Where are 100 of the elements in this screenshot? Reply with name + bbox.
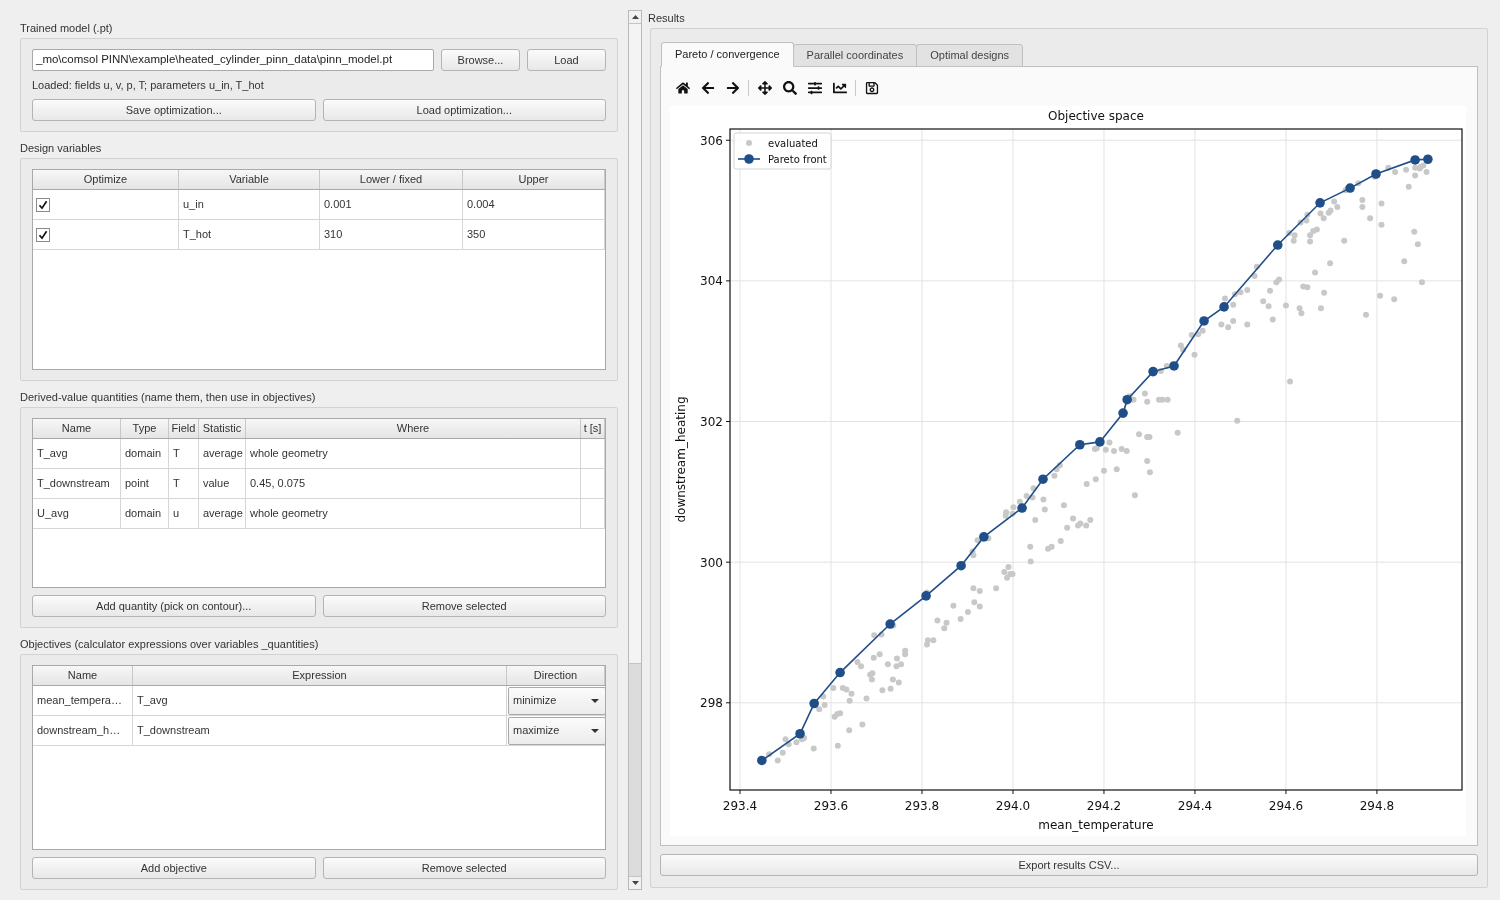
pareto-point <box>809 698 819 709</box>
data-point <box>1282 302 1289 309</box>
scrollbar-thumb[interactable] <box>629 24 641 664</box>
y-tick-label: 304 <box>700 274 723 289</box>
save-optimization-button[interactable]: Save optimization... <box>32 99 316 121</box>
y-tick-label: 302 <box>700 415 723 430</box>
column-header[interactable]: Direction <box>507 666 605 685</box>
table-cell: 0.45, 0.075 <box>246 469 581 498</box>
table-cell: mean_tempera… <box>33 686 133 715</box>
tick-mark <box>1194 789 1196 795</box>
data-point <box>1113 466 1120 473</box>
data-point <box>830 685 837 692</box>
table-cell: T_downstream <box>133 716 507 745</box>
table-cell: point <box>121 469 169 498</box>
legend-label: evaluated <box>768 138 818 149</box>
y-tick-label: 298 <box>700 696 723 711</box>
direction-dropdown[interactable]: minimize <box>508 686 606 715</box>
export-csv-button[interactable]: Export results CSV... <box>660 854 1478 876</box>
data-point <box>834 742 841 749</box>
data-point <box>1363 311 1369 318</box>
data-point <box>859 721 866 728</box>
table-cell: average <box>199 499 246 528</box>
add-objective-button[interactable]: Add objective <box>32 857 316 879</box>
x-tick-label: 294.0 <box>995 799 1031 813</box>
pareto-point <box>1371 169 1381 179</box>
file-path-field[interactable]: _mo\comsol PINN\example\heated_cylinder_pinn_data\pinn_model.pt <box>32 49 434 71</box>
column-header[interactable]: Upper <box>463 170 605 189</box>
column-header[interactable]: Expression <box>133 666 507 685</box>
column-header[interactable]: Lower / fixed <box>320 170 463 189</box>
load-button[interactable]: Load <box>527 49 606 71</box>
data-point <box>1341 237 1348 244</box>
column-header[interactable]: Name <box>33 419 121 438</box>
tick-mark <box>725 421 731 423</box>
tick-mark <box>1285 789 1287 795</box>
y-axis-label: downstream_heating <box>674 396 688 523</box>
remove-selected-button[interactable]: Remove selected <box>322 595 606 617</box>
checkbox[interactable] <box>36 197 50 212</box>
table-cell: 310 <box>320 220 463 249</box>
tab[interactable]: Optimal designs <box>916 44 1024 67</box>
browse-button[interactable]: Browse... <box>441 49 520 71</box>
remove-selected-button[interactable]: Remove selected <box>322 857 606 879</box>
data-point <box>1083 481 1090 488</box>
pareto-point <box>1169 361 1179 371</box>
column-header[interactable]: Statistic <box>199 419 246 438</box>
pareto-point <box>1345 183 1355 193</box>
data-point <box>863 695 870 702</box>
data-point <box>1405 183 1412 190</box>
table-cell: U_avg <box>33 499 121 528</box>
home-icon <box>675 81 690 95</box>
scroll-down-button[interactable] <box>629 876 641 889</box>
data-point <box>1191 351 1198 358</box>
add-quantity-button[interactable]: Add quantity (pick on contour)... <box>32 595 316 617</box>
scroll-up-button[interactable] <box>629 11 641 24</box>
pareto-point <box>1017 503 1027 513</box>
data-point <box>1401 258 1408 265</box>
table-cell: T_downstream <box>33 469 121 498</box>
data-point <box>884 661 891 668</box>
data-point <box>1136 431 1142 438</box>
data-point <box>1367 215 1374 222</box>
tick-mark <box>1376 789 1378 795</box>
data-point <box>1312 269 1319 276</box>
column-header[interactable]: Where <box>246 419 581 438</box>
data-point <box>1317 305 1324 312</box>
scrollbar-track[interactable] <box>628 10 642 890</box>
data-point <box>1411 228 1418 235</box>
x-tick-label: 293.4 <box>722 799 758 813</box>
column-header[interactable]: Variable <box>179 170 320 189</box>
table-cell: domain <box>121 439 169 468</box>
column-header[interactable]: Type <box>121 419 169 438</box>
data-point <box>1040 496 1047 503</box>
load-optimization-button[interactable]: Load optimization... <box>322 99 606 121</box>
pareto-point <box>1095 437 1105 447</box>
data-point <box>846 727 853 734</box>
tick-mark <box>725 280 731 282</box>
pareto-point <box>1219 302 1229 312</box>
data-point <box>1064 524 1071 531</box>
column-header[interactable]: Name <box>33 666 133 685</box>
data-point <box>1100 467 1107 474</box>
legend-dot-icon <box>746 140 752 146</box>
column-header[interactable]: Field <box>169 419 199 438</box>
direction-dropdown[interactable]: maximize <box>508 716 606 745</box>
column-header[interactable]: t [s] <box>581 419 605 438</box>
data-point <box>1230 301 1237 308</box>
tab[interactable]: Pareto / convergence <box>661 42 794 67</box>
data-point <box>810 745 817 752</box>
tick-mark <box>1012 789 1014 795</box>
data-point <box>950 602 957 609</box>
pareto-point <box>1075 439 1085 450</box>
tick-mark <box>921 789 923 795</box>
y-tick-label: 300 <box>700 555 723 570</box>
data-point <box>1378 221 1385 228</box>
table-cell: whole geometry <box>246 499 581 528</box>
data-point <box>1027 543 1034 550</box>
table-cell: T_avg <box>33 439 121 468</box>
data-point <box>1234 417 1241 424</box>
checkbox[interactable] <box>36 227 50 242</box>
pareto-point <box>795 728 805 739</box>
data-point <box>1269 316 1276 323</box>
column-header[interactable]: Optimize <box>33 170 179 189</box>
group-title: Objectives (calculator expressions over variables _quantities) <box>20 637 319 651</box>
